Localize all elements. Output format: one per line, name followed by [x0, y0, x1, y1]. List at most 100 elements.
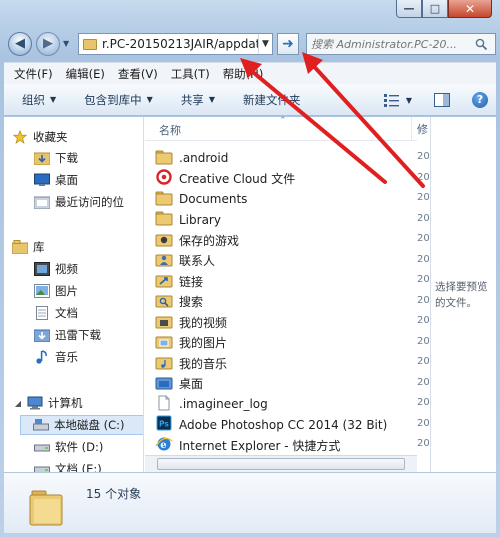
forward-arrow-icon: ▶ — [43, 36, 53, 51]
menu-file[interactable]: 文件(F) — [14, 66, 53, 82]
folder-icon — [83, 38, 97, 50]
nav-item-documents[interactable]: 文档 — [34, 303, 78, 323]
drive-icon — [34, 466, 50, 472]
organize-label: 组织 — [22, 92, 45, 107]
search-icon[interactable] — [475, 38, 488, 51]
new-folder-button[interactable]: 新建文件夹 — [243, 92, 301, 108]
menu-tools[interactable]: 工具(T) — [171, 66, 210, 82]
list-item-name: Adobe Photoshop CC 2014 (32 Bit) — [179, 417, 388, 432]
expand-arrow-icon[interactable]: ◢ — [12, 399, 24, 408]
document-library-icon — [36, 306, 48, 320]
forward-button[interactable]: ▶ — [36, 32, 60, 56]
nav-item-label: 音乐 — [55, 350, 78, 364]
nav-item-label: 文档 — [55, 306, 78, 320]
modified-date-fragment: 20 — [417, 376, 430, 388]
organize-button[interactable]: 组织 ▼ — [22, 92, 56, 108]
desktop-folder-icon — [155, 374, 179, 393]
view-list-icon — [384, 94, 399, 107]
search-box[interactable] — [306, 33, 496, 55]
go-button[interactable]: ➜ — [277, 33, 299, 55]
share-button[interactable]: 共享 ▼ — [181, 92, 215, 108]
minimize-icon: — — [403, 2, 415, 15]
folder-icon — [155, 190, 179, 209]
preview-pane: 选择要预览的文件。 — [430, 117, 496, 472]
system-drive-icon — [33, 419, 49, 431]
list-item[interactable]: 链接 — [155, 271, 203, 291]
modified-date-fragment: 20 — [417, 274, 430, 285]
menu-view[interactable]: 查看(V) — [118, 66, 158, 82]
nav-item-music[interactable]: 音乐 — [34, 347, 78, 367]
address-bar[interactable]: r.PC-20150213JAIR/appdata ▼ — [78, 33, 273, 55]
nav-item-drive-e[interactable]: 文档 (E:) — [34, 459, 102, 472]
nav-item-downloads[interactable]: 下载 — [34, 148, 78, 168]
list-item[interactable]: Library — [155, 210, 221, 230]
list-item-name: 保存的游戏 — [179, 233, 240, 248]
column-divider[interactable] — [411, 117, 412, 141]
nav-item-label: 软件 (D:) — [55, 440, 104, 454]
nav-item-label: 文档 (E:) — [55, 462, 102, 472]
back-button[interactable]: ◀ — [8, 32, 32, 56]
desktop-icon — [34, 173, 50, 186]
list-item[interactable]: Documents — [155, 189, 247, 209]
list-item[interactable]: 保存的游戏 — [155, 230, 239, 250]
recent-pages-dropdown[interactable]: ▼ — [63, 39, 69, 48]
nav-item-drive-d[interactable]: 软件 (D:) — [34, 437, 103, 457]
nav-item-thunder-downloads[interactable]: 迅雷下载 — [34, 325, 101, 345]
navigation-bar: ◀ ▶ ▼ r.PC-20150213JAIR/appdata ▼ ➜ — [6, 30, 496, 58]
view-options-button[interactable] — [382, 90, 402, 110]
folder-icon — [29, 490, 63, 526]
ie-shortcut-icon: e — [155, 436, 179, 455]
nav-item-desktop[interactable]: 桌面 — [34, 170, 78, 190]
downloads-folder-icon — [34, 152, 50, 165]
list-item[interactable]: 桌面 — [155, 374, 203, 394]
address-path[interactable]: r.PC-20150213JAIR/appdata — [102, 37, 258, 51]
minimize-button[interactable]: — — [396, 0, 422, 18]
toolbar-right: ▼ ? — [364, 90, 490, 110]
view-dropdown-button[interactable]: ▼ — [404, 90, 414, 110]
modified-date-fragment: 20 — [417, 192, 430, 203]
list-item[interactable]: e Internet Explorer - 快捷方式 — [155, 435, 340, 455]
nav-item-drive-c[interactable]: 本地磁盘 (C:) — [20, 415, 143, 435]
menu-help[interactable]: 帮助(H) — [223, 66, 264, 82]
include-in-library-button[interactable]: 包含到库中 ▼ — [84, 92, 153, 108]
maximize-button[interactable]: □ — [422, 0, 448, 18]
nav-item-recent-places[interactable]: 最近访问的位 — [34, 192, 124, 212]
list-item[interactable]: Creative Cloud 文件 — [155, 169, 295, 189]
menu-edit[interactable]: 编辑(E) — [66, 66, 105, 82]
navigation-pane: 收藏夹 下载 桌面 最近访问的位 库 视频 图片 文档 迅雷下载 音乐 ◢ 计算… — [4, 117, 144, 472]
search-input[interactable] — [307, 37, 475, 51]
column-name-header[interactable]: 名称 — [159, 122, 181, 138]
list-item-name: 联系人 — [179, 254, 216, 268]
scrollbar-thumb[interactable] — [157, 458, 405, 470]
nav-item-videos[interactable]: 视频 — [34, 259, 78, 279]
nav-item-label: 下载 — [55, 151, 78, 165]
nav-item-pictures[interactable]: 图片 — [34, 281, 78, 301]
nav-computer-label: 计算机 — [48, 396, 83, 410]
list-item-name: 我的视频 — [179, 315, 228, 330]
close-button[interactable]: ✕ — [448, 0, 492, 18]
column-modified-header[interactable]: 修 — [417, 121, 428, 137]
horizontal-scrollbar[interactable] — [145, 455, 417, 472]
list-item[interactable]: .android — [155, 148, 228, 168]
list-item[interactable]: 我的音乐 — [155, 353, 227, 373]
list-item[interactable]: 我的视频 — [155, 312, 227, 332]
help-button[interactable]: ? — [470, 90, 490, 110]
list-item[interactable]: 联系人 — [155, 251, 215, 271]
nav-libraries[interactable]: 库 — [12, 237, 45, 257]
list-item[interactable]: 我的图片 — [155, 333, 227, 353]
address-history-dropdown[interactable]: ▼ — [258, 34, 272, 54]
preview-pane-button[interactable] — [432, 90, 452, 110]
nav-favorites[interactable]: 收藏夹 — [12, 127, 68, 147]
modified-column: 修 20 20 20 20 20 20 20 20 20 20 20 20 20 20 20 — [417, 117, 431, 472]
nav-computer[interactable]: ◢ 计算机 — [12, 393, 83, 413]
modified-date-fragment: 20 — [417, 171, 430, 183]
list-item[interactable]: .imagineer_log — [155, 394, 268, 414]
list-item-name: Library — [179, 212, 221, 227]
main-area: 收藏夹 下载 桌面 最近访问的位 库 视频 图片 文档 迅雷下载 音乐 ◢ 计算… — [4, 116, 496, 472]
contacts-icon — [155, 251, 179, 270]
list-item[interactable]: Ps Adobe Photoshop CC 2014 (32 Bit) — [155, 415, 387, 435]
picture-library-icon — [34, 284, 50, 298]
list-item-name: Documents — [179, 192, 248, 206]
maximize-icon: □ — [429, 2, 441, 15]
list-item[interactable]: 搜索 — [155, 292, 203, 312]
